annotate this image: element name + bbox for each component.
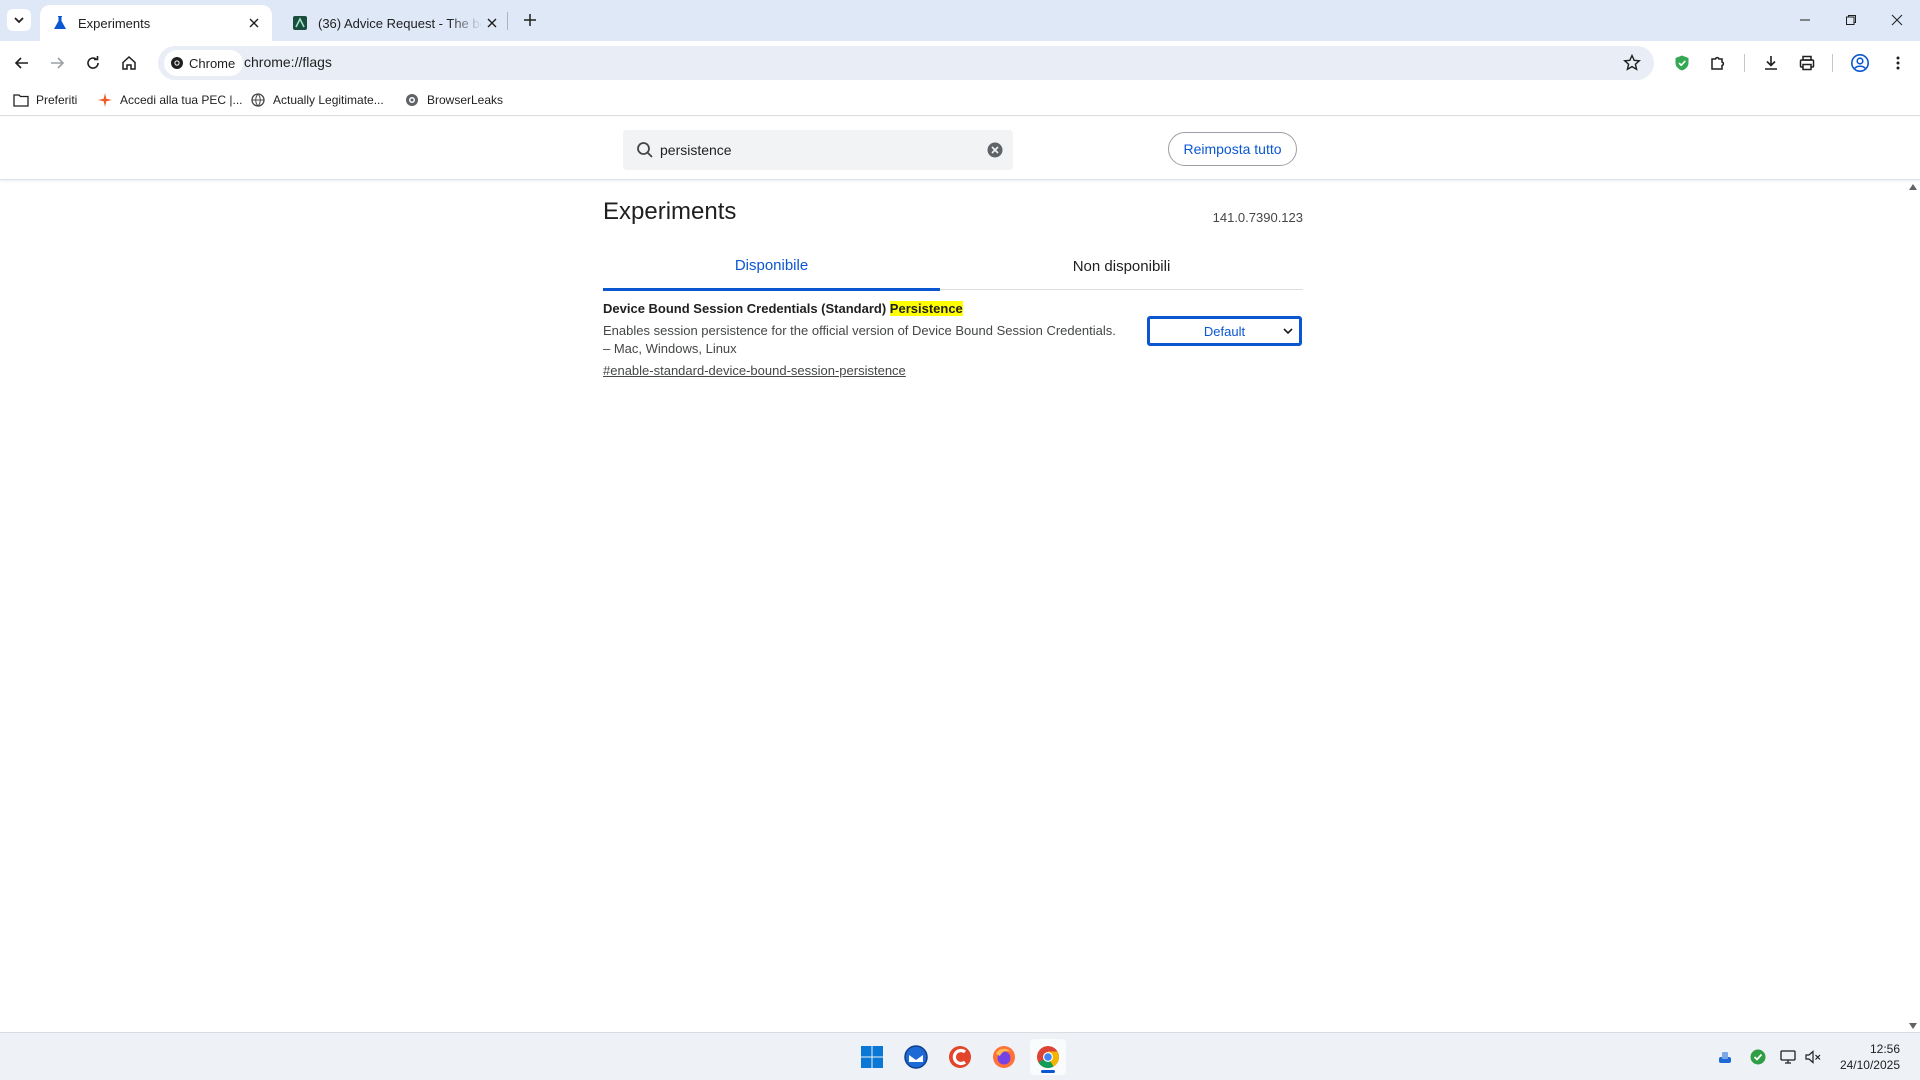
folder-icon [13,92,29,108]
bookmark-label: Preferiti [36,93,78,107]
restore-icon [1846,15,1856,25]
reload-button[interactable] [77,47,109,79]
chrome-icon[interactable] [1030,1039,1066,1075]
chevron-down-icon [1283,328,1293,335]
restore-button[interactable] [1828,0,1874,40]
close-window-button[interactable] [1874,0,1920,40]
bookmark-star-icon[interactable] [1622,53,1642,73]
extensions-button[interactable] [1702,47,1734,79]
flags-tabs: Disponibile Non disponibili [603,242,1303,291]
active-app-indicator [1041,1070,1055,1073]
chip-label: Chrome [189,55,236,71]
close-icon[interactable] [244,13,264,33]
url-text[interactable]: chrome://flags [244,54,332,70]
bookmarks-bar: Preferiti Accedi alla tua PEC |... Actua… [0,84,1920,116]
experiment-state-select[interactable]: Default [1147,316,1302,346]
scroll-down-arrow[interactable] [1908,1022,1918,1030]
browserleaks-icon [404,92,420,108]
search-icon [637,142,653,158]
experiment-permalink[interactable]: #enable-standard-device-bound-session-pe… [603,362,906,380]
printer-icon [1799,55,1815,71]
bookmark-actually-legitimate[interactable]: Actually Legitimate... [250,91,384,109]
forward-button[interactable] [41,47,73,79]
tab-advice-request[interactable]: (36) Advice Request - The best [280,5,510,41]
bookmark-pec[interactable]: Accedi alla tua PEC |... [97,91,243,109]
tab-search-button[interactable] [7,9,31,31]
bookmark-label: Actually Legitimate... [273,93,384,107]
back-button[interactable] [6,47,38,79]
experiment-name-prefix: Device Bound Session Credentials (Standa… [603,301,890,316]
search-match-highlight: Persistence [889,301,963,316]
bookmark-preferiti[interactable]: Preferiti [13,91,77,109]
tab-strip: Experiments (36) Advice Request - The be… [0,0,1920,41]
toolbar-divider [1744,54,1745,72]
bookmark-browserleaks[interactable]: BrowserLeaks [404,91,503,109]
clear-search-icon[interactable] [985,140,1005,160]
chrome-menu-button[interactable] [1882,47,1914,79]
home-button[interactable] [113,47,145,79]
download-icon [1765,56,1777,70]
site-favicon [292,15,308,31]
more-vert-icon [1896,56,1900,70]
volume-muted-icon[interactable] [1803,1047,1823,1067]
scroll-up-arrow[interactable] [1908,183,1918,191]
clock-date: 24/10/2025 [1839,1058,1900,1072]
home-icon [122,55,136,70]
onedrive-icon[interactable] [1715,1047,1735,1067]
browser-toolbar: Chrome chrome://flags [0,41,1920,84]
profile-button[interactable] [1844,47,1876,79]
site-info-chip[interactable]: Chrome [164,50,244,76]
ccleaner-icon[interactable] [942,1039,978,1075]
shield-check-icon [1675,55,1689,71]
bookmark-label: Accedi alla tua PEC |... [120,93,243,107]
new-tab-button[interactable] [518,9,542,31]
system-clock[interactable]: 12:56 24/10/2025 [1840,1041,1900,1073]
security-shield-icon[interactable] [1748,1047,1768,1067]
downloads-button[interactable] [1755,47,1787,79]
page-title: Experiments [603,198,737,225]
minimize-icon [1800,19,1810,21]
reset-all-button[interactable]: Reimposta tutto [1168,132,1297,166]
flags-header: Reimposta tutto [0,117,1920,180]
close-icon [1891,14,1903,26]
globe-icon [250,92,266,108]
firefox-icon[interactable] [986,1039,1022,1075]
network-icon[interactable] [1778,1047,1798,1067]
tab-available[interactable]: Disponibile [603,242,940,291]
experiment-description: Enables session persistence for the offi… [603,323,1116,356]
minimize-button[interactable] [1782,0,1828,40]
reload-icon [87,56,99,69]
toolbar-divider [1832,54,1833,72]
flask-icon [52,15,68,31]
tab-title: Experiments [78,15,151,31]
arrow-left-icon [14,57,28,69]
tab-unavailable[interactable]: Non disponibili [953,242,1290,290]
arrow-right-icon [51,57,65,69]
plus-icon [524,14,536,26]
tab-title: (36) Advice Request - The best [318,15,482,31]
print-button[interactable] [1791,47,1823,79]
experiment-item: Device Bound Session Credentials (Standa… [603,300,1303,380]
select-value: Default [1203,323,1246,339]
flags-search-input[interactable] [660,139,960,161]
chrome-logo-icon [171,57,183,69]
puzzle-icon [1711,56,1725,70]
extension-shield-button[interactable] [1666,47,1698,79]
flags-search-box [623,130,1013,170]
close-icon[interactable] [482,13,502,33]
windows-start-icon[interactable] [854,1039,890,1075]
tab-separator [507,12,508,30]
tab-experiments[interactable]: Experiments [40,5,272,41]
chevron-down-icon [14,17,24,24]
bookmark-label: BrowserLeaks [427,93,504,107]
pec-icon [97,92,113,108]
thunderbird-icon[interactable] [898,1039,934,1075]
address-bar[interactable]: Chrome chrome://flags [158,46,1654,80]
version-label: 141.0.7390.123 [1212,210,1303,225]
windows-taskbar: 12:56 24/10/2025 [0,1032,1920,1080]
avatar-icon [1851,54,1869,72]
clock-time: 12:56 [1869,1042,1900,1056]
